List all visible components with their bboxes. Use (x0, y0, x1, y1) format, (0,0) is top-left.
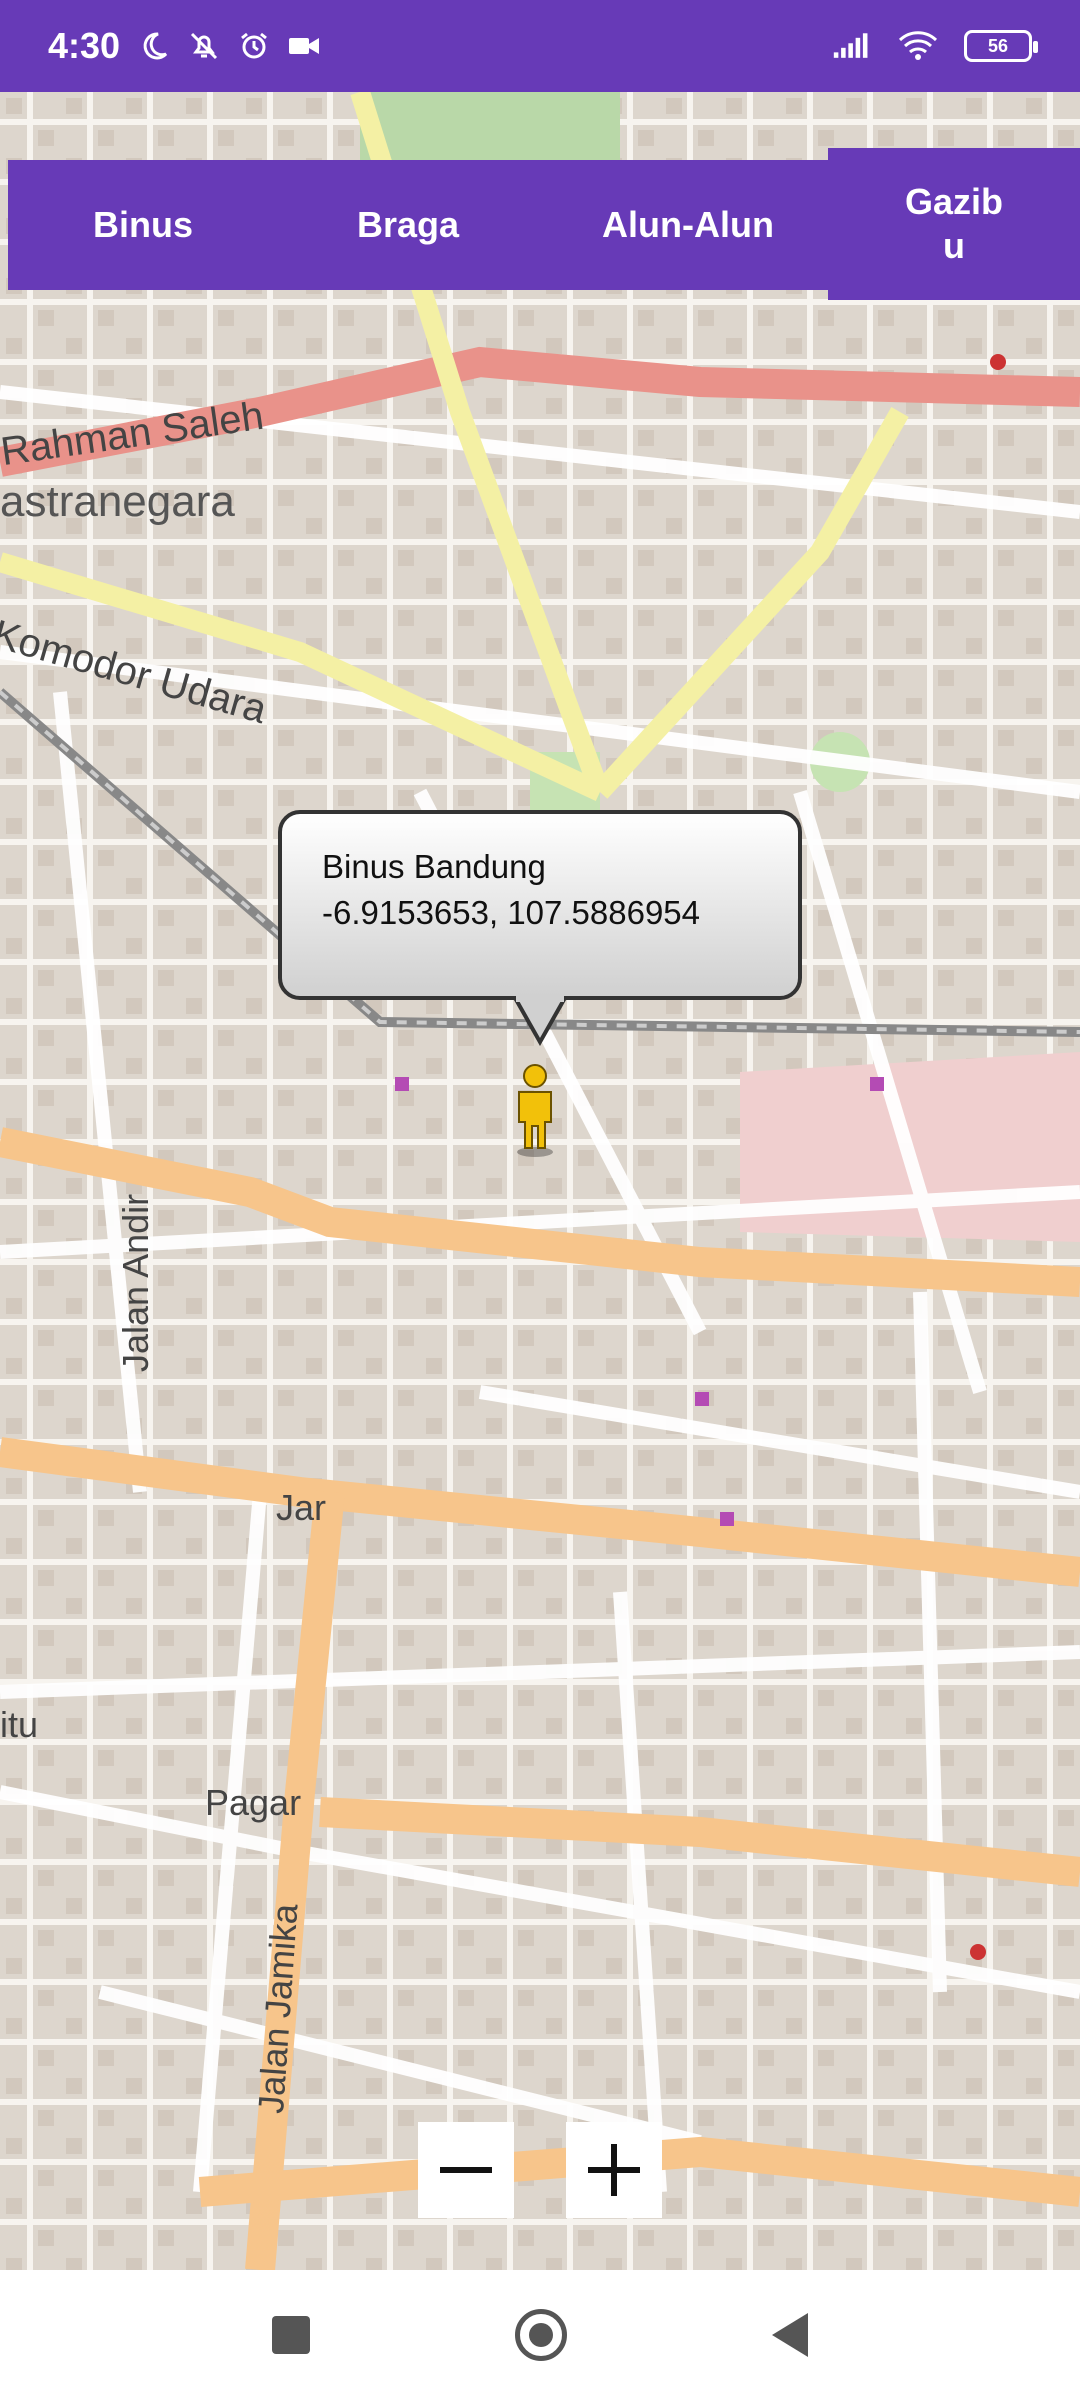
video-icon (284, 26, 324, 66)
map-label-jar: Jar (276, 1487, 327, 1528)
signal-icon (832, 26, 872, 66)
location-button-bar: Binus Braga Alun-Alun Gazibu (8, 148, 1080, 300)
recents-icon[interactable] (272, 2316, 310, 2354)
home-icon[interactable] (515, 2309, 567, 2361)
map-label-astranegara: astranegara (0, 477, 235, 526)
zoom-out-button[interactable] (418, 2122, 514, 2218)
binus-button[interactable]: Binus (8, 160, 278, 290)
marker-coordinates: -6.9153653, 107.5886954 (322, 894, 701, 931)
braga-button[interactable]: Braga (278, 160, 538, 290)
marker-info-window[interactable]: Binus Bandung -6.9153653, 107.5886954 (278, 810, 802, 1000)
minus-icon (440, 2167, 492, 2173)
marker-title: Binus Bandung (322, 848, 546, 885)
gazibu-button[interactable]: Gazibu (828, 148, 1080, 300)
map-view[interactable]: Rahman Saleh astranegara Komodor Udara J… (0, 92, 1080, 2270)
battery-icon: 56 (964, 30, 1038, 62)
zoom-in-button[interactable] (566, 2122, 662, 2218)
battery-level: 56 (987, 35, 1009, 56)
alun-alun-button[interactable]: Alun-Alun (538, 160, 838, 290)
map-label-pagar: Pagar (205, 1782, 302, 1823)
wifi-icon (898, 26, 938, 66)
bell-off-icon (184, 26, 224, 66)
status-time: 4:30 (48, 25, 121, 66)
location-marker-icon[interactable] (505, 1062, 565, 1158)
back-icon[interactable] (772, 2313, 808, 2357)
status-bar: 4:30 56 (0, 0, 1080, 92)
alarm-icon (234, 26, 274, 66)
map-label-itu: itu (0, 1704, 39, 1745)
map-label-jalan-andir: Jalan Andir (115, 1193, 156, 1372)
plus-icon (588, 2144, 640, 2196)
info-window-pointer (512, 996, 568, 1046)
moon-icon (134, 26, 174, 66)
system-navigation-bar (0, 2270, 1080, 2400)
